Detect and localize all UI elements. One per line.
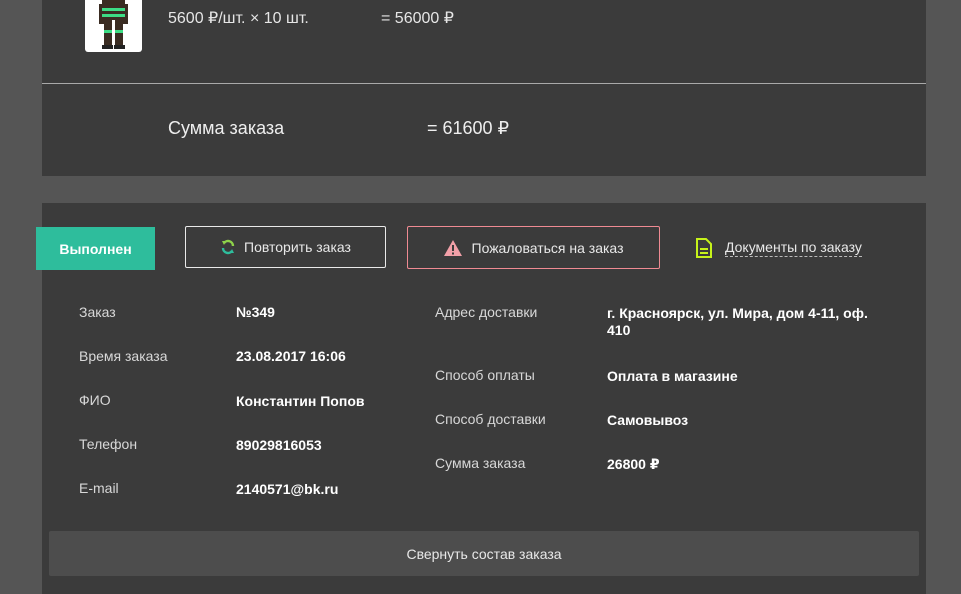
repeat-order-label: Повторить заказ [244, 239, 351, 255]
payment-method-value: Оплата в магазине [607, 368, 738, 384]
complain-order-button[interactable]: Пожаловаться на заказ [407, 226, 660, 269]
order-documents-link[interactable]: Документы по заказу [695, 237, 862, 259]
email-value: 2140571@bk.ru [236, 481, 339, 497]
order-time-label: Время заказа [79, 348, 168, 364]
delivery-address-value: г. Красноярск, ул. Мира, дом 4-11, оф. 4… [607, 305, 868, 338]
order-sum-label: Сумма заказа [168, 118, 285, 138]
order-time-value: 23.08.2017 16:06 [236, 348, 346, 364]
workwear-suit-icon [99, 0, 128, 49]
document-icon [696, 238, 712, 258]
order-number-value: №349 [236, 304, 275, 320]
order-number-label: Заказ [79, 304, 116, 320]
customer-name-label: ФИО [79, 392, 111, 408]
email-label: E-mail [79, 480, 119, 496]
delivery-method-label: Способ доставки [435, 411, 546, 427]
status-badge: Выполнен [36, 227, 155, 270]
customer-name-value: Константин Попов [236, 393, 365, 409]
order-total-value: 26800 ₽ [607, 456, 660, 472]
refresh-icon [221, 239, 235, 255]
item-price-quantity: 5600 ₽/шт. × 10 шт. [168, 10, 309, 27]
delivery-method-value: Самовывоз [607, 412, 689, 428]
order-items-card: 5600 ₽/шт. × 10 шт. = 56000 ₽ Сумма зака… [42, 0, 926, 176]
product-image[interactable] [85, 0, 142, 52]
divider [42, 83, 926, 84]
repeat-order-button[interactable]: Повторить заказ [185, 226, 386, 268]
payment-method-label: Способ оплаты [435, 367, 535, 383]
phone-label: Телефон [79, 436, 138, 452]
item-line-total: = 56000 ₽ [381, 10, 454, 27]
page-gutter-right [926, 0, 961, 594]
complain-order-label: Пожаловаться на заказ [471, 239, 624, 256]
order-documents-label: Документы по заказу [725, 239, 862, 257]
page-gutter-left [0, 0, 42, 594]
delivery-address-label: Адрес доставки [435, 304, 538, 320]
collapse-order-items-button[interactable]: Свернуть состав заказа [49, 531, 919, 576]
phone-value: 89029816053 [236, 437, 322, 453]
order-total-label: Сумма заказа [435, 455, 526, 471]
order-sum-value: = 61600 ₽ [427, 118, 510, 138]
warning-icon [443, 239, 462, 256]
